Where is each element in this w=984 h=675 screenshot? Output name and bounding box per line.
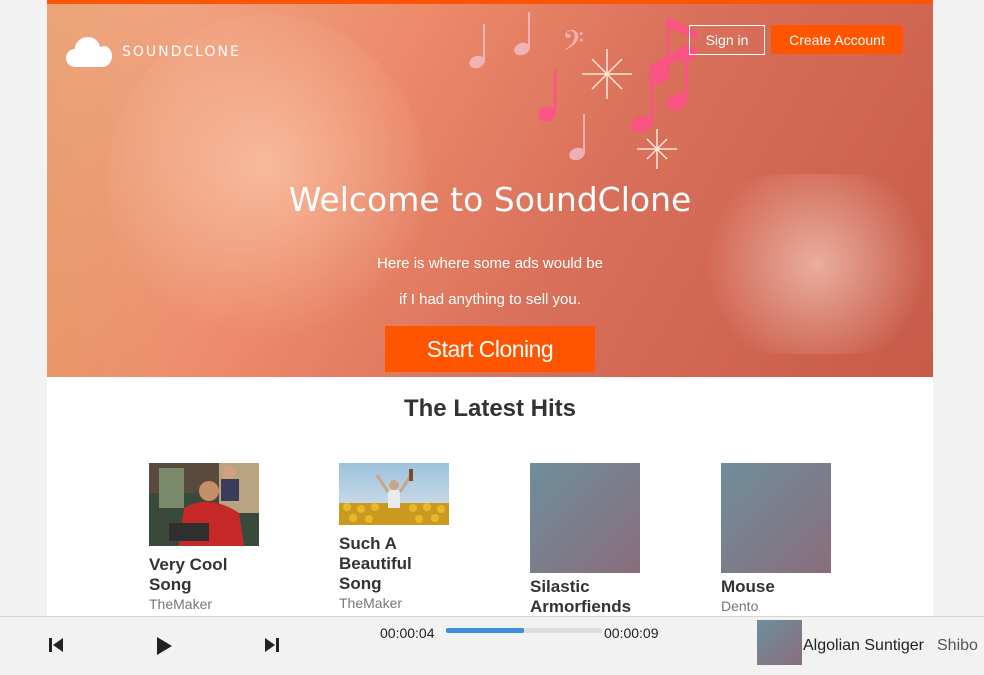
- hero-subtitle-line2: if I had anything to sell you.: [399, 291, 581, 308]
- track-card[interactable]: Such A Beautiful Song TheMaker: [339, 463, 451, 612]
- progress-bar-fill: [446, 628, 524, 633]
- hero-title: Welcome to SoundClone: [288, 180, 692, 219]
- track-artist[interactable]: TheMaker: [149, 595, 261, 613]
- track-title[interactable]: Mouse: [721, 577, 833, 597]
- track-artist[interactable]: Dento: [721, 597, 833, 615]
- hero-subtitle-line1: Here is where some ads would be: [377, 255, 603, 272]
- current-time: 00:00:04: [380, 625, 435, 641]
- track-art-image[interactable]: [721, 463, 831, 573]
- track-artist[interactable]: TheMaker: [339, 594, 451, 612]
- page-container: 𝄢 SOUNDCLONE Sign in Create Account Welc…: [47, 0, 933, 675]
- track-title[interactable]: Silastic Armorfiends: [530, 577, 642, 617]
- now-playing-artist[interactable]: Shibo: [937, 637, 978, 655]
- cloud-icon: [66, 37, 112, 67]
- progress-bar[interactable]: [446, 628, 602, 633]
- play-icon[interactable]: [154, 636, 174, 656]
- create-account-button[interactable]: Create Account: [771, 25, 903, 54]
- sign-in-button[interactable]: Sign in: [689, 25, 765, 55]
- latest-hits-heading: The Latest Hits: [403, 395, 577, 422]
- track-art-image[interactable]: [149, 463, 259, 546]
- start-cloning-button[interactable]: Start Cloning: [385, 326, 595, 372]
- svg-text:𝄢: 𝄢: [562, 25, 584, 65]
- logo-text: SOUNDCLONE: [122, 44, 241, 60]
- now-playing-art[interactable]: [757, 620, 802, 665]
- track-card[interactable]: Mouse Dento: [721, 463, 833, 615]
- track-art-image[interactable]: [530, 463, 640, 573]
- audio-player-bar: 00:00:04 00:00:09 Algolian Suntiger Shib…: [0, 616, 984, 675]
- skip-back-icon[interactable]: [46, 635, 66, 655]
- now-playing-title[interactable]: Algolian Suntiger: [803, 637, 924, 655]
- skip-forward-icon[interactable]: [262, 635, 282, 655]
- track-title[interactable]: Very Cool Song: [149, 555, 261, 595]
- track-title[interactable]: Such A Beautiful Song: [339, 534, 451, 594]
- track-art-image[interactable]: [339, 463, 449, 525]
- total-time: 00:00:09: [604, 625, 659, 641]
- soundclone-logo[interactable]: SOUNDCLONE: [66, 36, 241, 68]
- track-card[interactable]: Very Cool Song TheMaker: [149, 463, 261, 613]
- hero-banner: 𝄢 SOUNDCLONE Sign in Create Account Welc…: [47, 4, 933, 377]
- track-card[interactable]: Silastic Armorfiends: [530, 463, 642, 617]
